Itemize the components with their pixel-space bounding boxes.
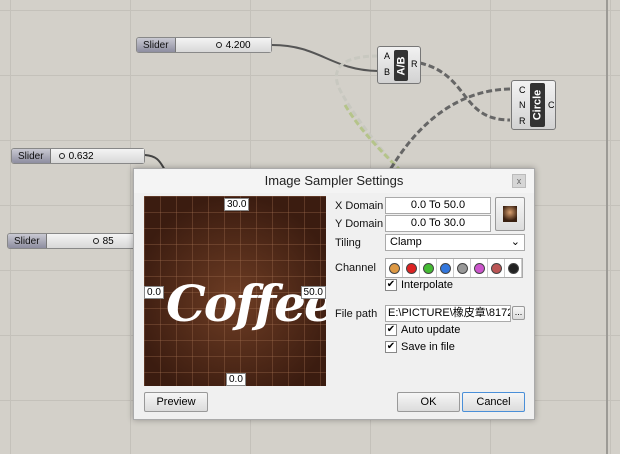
dialog-title: Image Sampler Settings [134, 169, 534, 193]
slider-track[interactable]: 0.632 [50, 149, 144, 163]
channel-buttons [385, 258, 523, 278]
hue-icon [473, 262, 485, 274]
save-in-file-checkbox[interactable]: ✔ Save in file [385, 341, 455, 353]
domain-left-label: 0.0 [144, 286, 164, 299]
alpha-icon [456, 262, 468, 274]
circle-component[interactable]: C N R Circle C [511, 80, 556, 130]
slider-track[interactable]: 4.200 [175, 38, 271, 52]
slider-label: Slider [12, 149, 51, 163]
input-a[interactable]: A [384, 51, 390, 61]
chevron-down-icon: ⌄ [510, 236, 520, 248]
input-n[interactable]: N [519, 100, 526, 110]
slider-2[interactable]: Slider 0.632 [11, 148, 145, 164]
division-component[interactable]: A B A/B R [377, 46, 421, 84]
x-domain-label: X Domain [335, 200, 384, 212]
slider-value: 85 [102, 235, 114, 247]
fit-domain-button[interactable] [495, 197, 525, 231]
green-icon [422, 262, 434, 274]
slider-grip[interactable] [215, 42, 222, 48]
component-name: Circle [530, 83, 545, 127]
blue-icon [439, 262, 451, 274]
channel-brightness-button[interactable] [505, 259, 522, 277]
close-button[interactable]: x [512, 174, 526, 188]
ok-button[interactable]: OK [397, 392, 460, 412]
slider-value: 0.632 [68, 150, 94, 162]
image-sampler-dialog: Image Sampler Settings x Coffee 30.0 0.0… [133, 168, 535, 420]
slider-1[interactable]: Slider 4.200 [136, 37, 272, 53]
slider-grip[interactable] [58, 153, 65, 159]
tiling-select[interactable]: Clamp ⌄ [385, 234, 525, 251]
component-name: A/B [394, 50, 408, 81]
input-c[interactable]: C [519, 85, 526, 95]
wire-slider-b [271, 44, 379, 72]
red-icon [405, 262, 417, 274]
brightness-icon [507, 262, 519, 274]
domain-bottom-label: 0.0 [226, 373, 246, 386]
channel-green-button[interactable] [420, 259, 437, 277]
channel-label: Channel [335, 262, 376, 274]
input-r[interactable]: R [519, 116, 526, 126]
file-path-field[interactable]: E:\PICTURE\橡皮章\817242e [385, 305, 511, 322]
image-preview: Coffee 30.0 0.0 50.0 0.0 [144, 196, 326, 386]
x-domain-field[interactable]: 0.0 To 50.0 [385, 197, 491, 214]
slider-label: Slider [137, 38, 176, 52]
browse-button[interactable]: ... [512, 306, 525, 320]
file-path-label: File path [335, 308, 378, 320]
preview-button[interactable]: Preview [144, 392, 208, 412]
channel-saturation-button[interactable] [488, 259, 505, 277]
slider-track[interactable]: 85 [46, 234, 136, 248]
channel-red-button[interactable] [403, 259, 420, 277]
output-r[interactable]: R [411, 59, 418, 69]
auto-update-checkbox[interactable]: ✔ Auto update [385, 324, 460, 336]
y-domain-field[interactable]: 0.0 To 30.0 [385, 215, 491, 232]
coffee-image-text: Coffee [166, 274, 326, 333]
interpolate-checkbox[interactable]: ✔ Interpolate [385, 279, 453, 291]
channel-hue-button[interactable] [471, 259, 488, 277]
output-c[interactable]: C [548, 100, 555, 110]
channel-blue-button[interactable] [437, 259, 454, 277]
channel-rgb-button[interactable] [386, 259, 403, 277]
channel-alpha-button[interactable] [454, 259, 471, 277]
saturation-icon [490, 262, 502, 274]
wire-to-c [388, 87, 511, 171]
domain-right-label: 50.0 [300, 286, 326, 299]
y-domain-label: Y Domain [335, 218, 384, 230]
portrait-icon [503, 206, 517, 223]
slider-grip[interactable] [92, 238, 99, 244]
slider-value: 4.200 [225, 39, 251, 51]
tiling-label: Tiling [335, 237, 361, 249]
slider-label: Slider [8, 234, 47, 248]
rgb-icon [388, 262, 400, 274]
input-b[interactable]: B [384, 67, 390, 77]
slider-3[interactable]: Slider 85 [7, 233, 137, 249]
cancel-button[interactable]: Cancel [462, 392, 525, 412]
domain-top-label: 30.0 [224, 198, 250, 211]
